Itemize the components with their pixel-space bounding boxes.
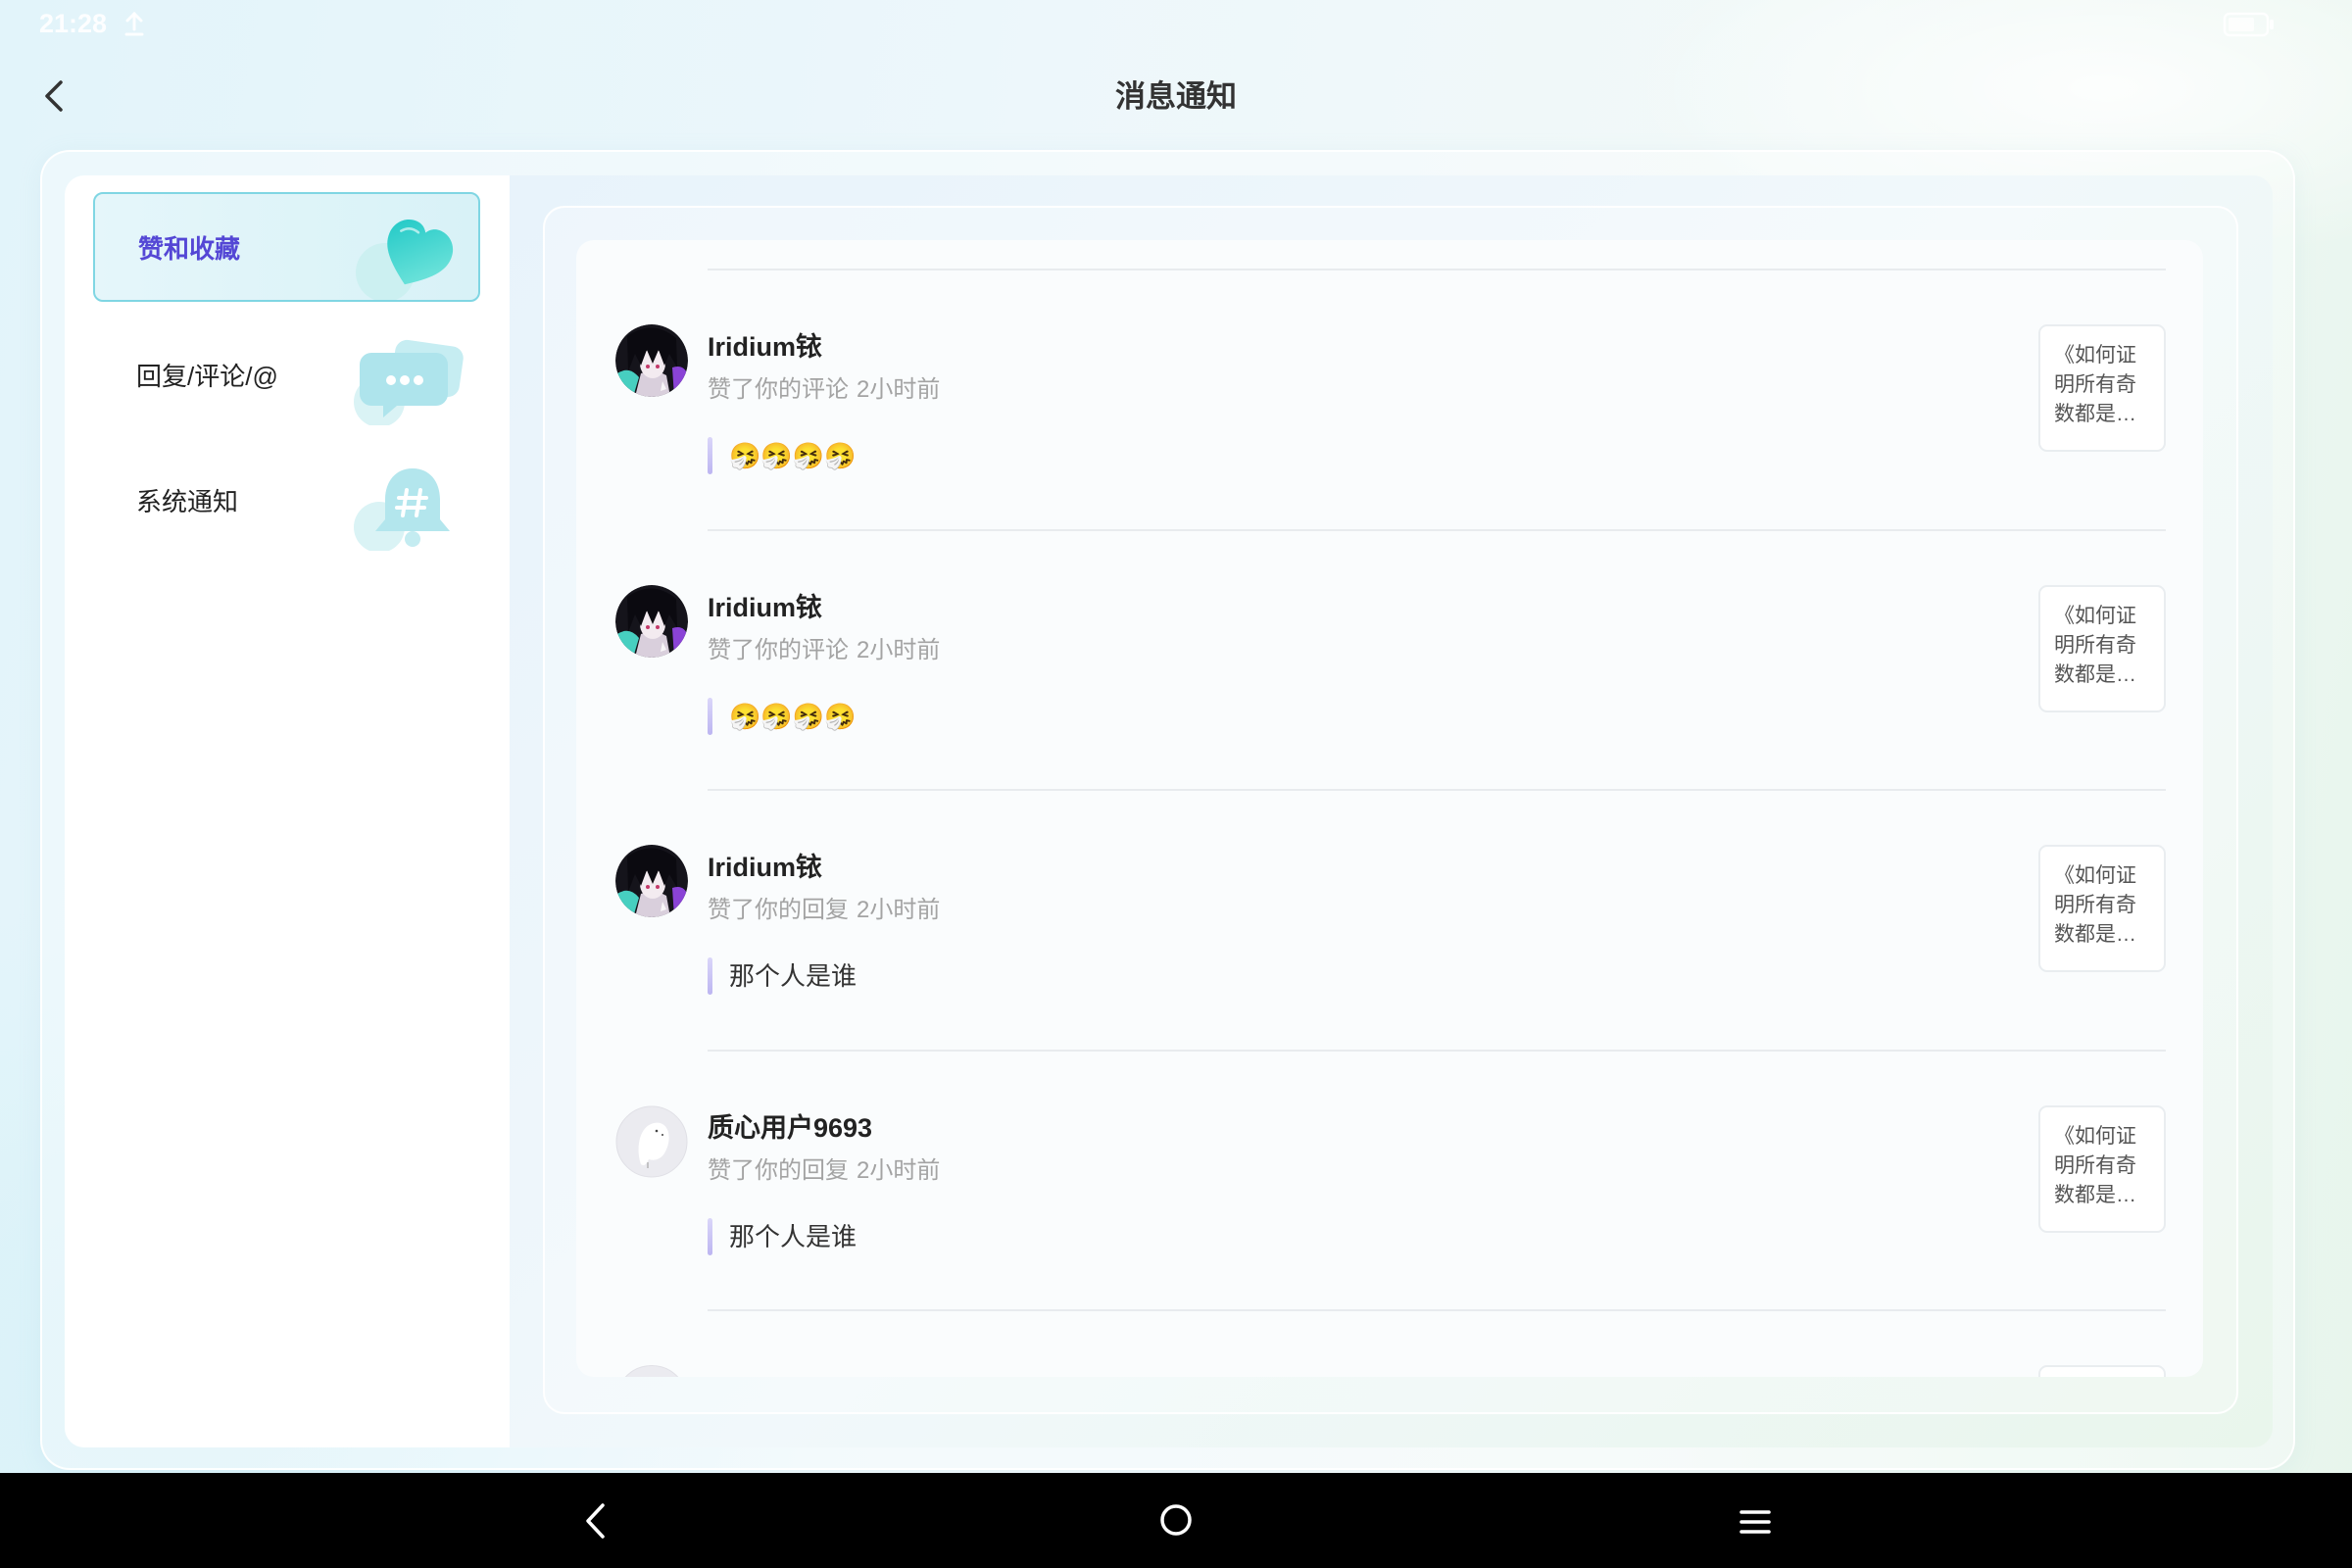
target-title-line: 《如何证 bbox=[2054, 604, 2136, 627]
sidebar-item-system[interactable]: 系统通知 bbox=[93, 445, 480, 555]
target-title-line: 数都是… bbox=[2054, 662, 2136, 686]
target-post-thumbnail[interactable]: 《如何证 明所有奇 数都是… bbox=[2038, 324, 2166, 452]
notification-item[interactable]: Iridium铱 赞了你的评论 2小时前 🤧🤧🤧🤧 《如何证 明所有奇 数都是… bbox=[708, 528, 2166, 790]
time-text: 2小时前 bbox=[857, 636, 941, 663]
action-text: 赞了你的评论 bbox=[708, 636, 849, 663]
action-text: 赞了你的回复 bbox=[708, 1156, 849, 1184]
quote-bar bbox=[708, 697, 712, 735]
notification-item[interactable]: Iridium铱 赞了你的回复 2小时前 那个人是谁 《如何证 明所有奇 数都是… bbox=[708, 789, 2166, 1050]
user-name[interactable]: Iridium铱 bbox=[708, 590, 822, 625]
notification-list[interactable]: Iridium铱 赞了你的评论 2小时前 🤧🤧🤧🤧 《如何证 明所有奇 数都是… … bbox=[576, 240, 2203, 1377]
bell-icon bbox=[354, 468, 450, 551]
notification-meta: 赞了你的评论 2小时前 bbox=[708, 636, 940, 665]
quote-bar bbox=[708, 957, 712, 995]
target-post-thumbnail[interactable] bbox=[2038, 1365, 2166, 1377]
user-avatar[interactable] bbox=[615, 324, 688, 397]
target-title-line: 明所有奇 bbox=[2054, 373, 2136, 396]
user-avatar[interactable] bbox=[615, 845, 688, 917]
comment-content: 那个人是谁 bbox=[729, 961, 858, 991]
status-time: 21:28 bbox=[39, 9, 108, 38]
chat-bubble-icon bbox=[354, 339, 464, 425]
target-post-thumbnail[interactable]: 《如何证 明所有奇 数都是… bbox=[2038, 845, 2166, 972]
heart-icon bbox=[356, 219, 454, 300]
sidebar-item-replies[interactable]: 回复/评论/@ bbox=[93, 319, 480, 429]
user-name[interactable]: Iridium铱 bbox=[708, 329, 822, 365]
target-title-line: 《如何证 bbox=[2054, 864, 2136, 887]
user-avatar[interactable] bbox=[615, 1365, 688, 1377]
comment-content: 🤧🤧🤧🤧 bbox=[729, 441, 857, 470]
action-text: 赞了你的回复 bbox=[708, 897, 849, 923]
action-text: 赞了你的评论 bbox=[708, 376, 849, 403]
notification-item-partial[interactable] bbox=[615, 1309, 2166, 1377]
sidebar-item-label: 回复/评论/@ bbox=[136, 361, 278, 391]
triangle-back-icon[interactable] bbox=[578, 1500, 613, 1542]
sidebar-item-label: 系统通知 bbox=[136, 486, 239, 516]
user-avatar[interactable] bbox=[615, 585, 688, 658]
time-text: 2小时前 bbox=[857, 1156, 941, 1184]
quote-bar bbox=[708, 437, 712, 474]
comment-content: 🤧🤧🤧🤧 bbox=[729, 701, 857, 731]
sidebar-item-label: 赞和收藏 bbox=[138, 233, 241, 264]
target-title-line: 明所有奇 bbox=[2054, 633, 2136, 657]
target-title-line: 数都是… bbox=[2054, 923, 2136, 946]
quote-bar bbox=[708, 1217, 712, 1255]
sidebar-item-likes-favorites[interactable]: 赞和收藏 bbox=[93, 192, 480, 302]
time-text: 2小时前 bbox=[857, 376, 941, 403]
target-post-thumbnail[interactable]: 《如何证 明所有奇 数都是… bbox=[2038, 1104, 2166, 1233]
notification-meta: 赞了你的回复 2小时前 bbox=[708, 1156, 940, 1186]
comment-content: 那个人是谁 bbox=[729, 1221, 858, 1251]
target-title-line: 数都是… bbox=[2054, 1183, 2136, 1206]
notification-meta: 赞了你的回复 2小时前 bbox=[708, 896, 940, 925]
target-title-line: 《如何证 bbox=[2054, 1124, 2136, 1148]
page-title: 消息通知 bbox=[1115, 79, 1237, 114]
user-name[interactable]: Iridium铱 bbox=[708, 850, 822, 885]
system-nav-bar bbox=[0, 1473, 2352, 1568]
target-title-line: 《如何证 bbox=[2054, 344, 2136, 367]
upload-icon bbox=[124, 11, 144, 36]
battery-icon bbox=[2223, 12, 2274, 37]
user-name[interactable]: 质心用户9693 bbox=[708, 1110, 872, 1146]
target-post-thumbnail[interactable]: 《如何证 明所有奇 数都是… bbox=[2038, 584, 2166, 712]
menu-lines-icon[interactable] bbox=[1738, 1507, 1773, 1537]
notification-item[interactable]: Iridium铱 赞了你的评论 2小时前 🤧🤧🤧🤧 《如何证 明所有奇 数都是… bbox=[708, 269, 2166, 529]
notification-meta: 赞了你的评论 2小时前 bbox=[708, 375, 940, 405]
target-title-line: 数都是… bbox=[2054, 403, 2136, 425]
notification-item[interactable]: 质心用户9693 赞了你的回复 2小时前 那个人是谁 《如何证 明所有奇 数都是… bbox=[708, 1049, 2166, 1310]
target-title-line: 明所有奇 bbox=[2054, 1153, 2136, 1177]
home-circle-icon[interactable] bbox=[1158, 1502, 1194, 1538]
time-text: 2小时前 bbox=[857, 897, 941, 923]
target-title-line: 明所有奇 bbox=[2054, 894, 2136, 916]
user-avatar[interactable] bbox=[615, 1105, 688, 1178]
